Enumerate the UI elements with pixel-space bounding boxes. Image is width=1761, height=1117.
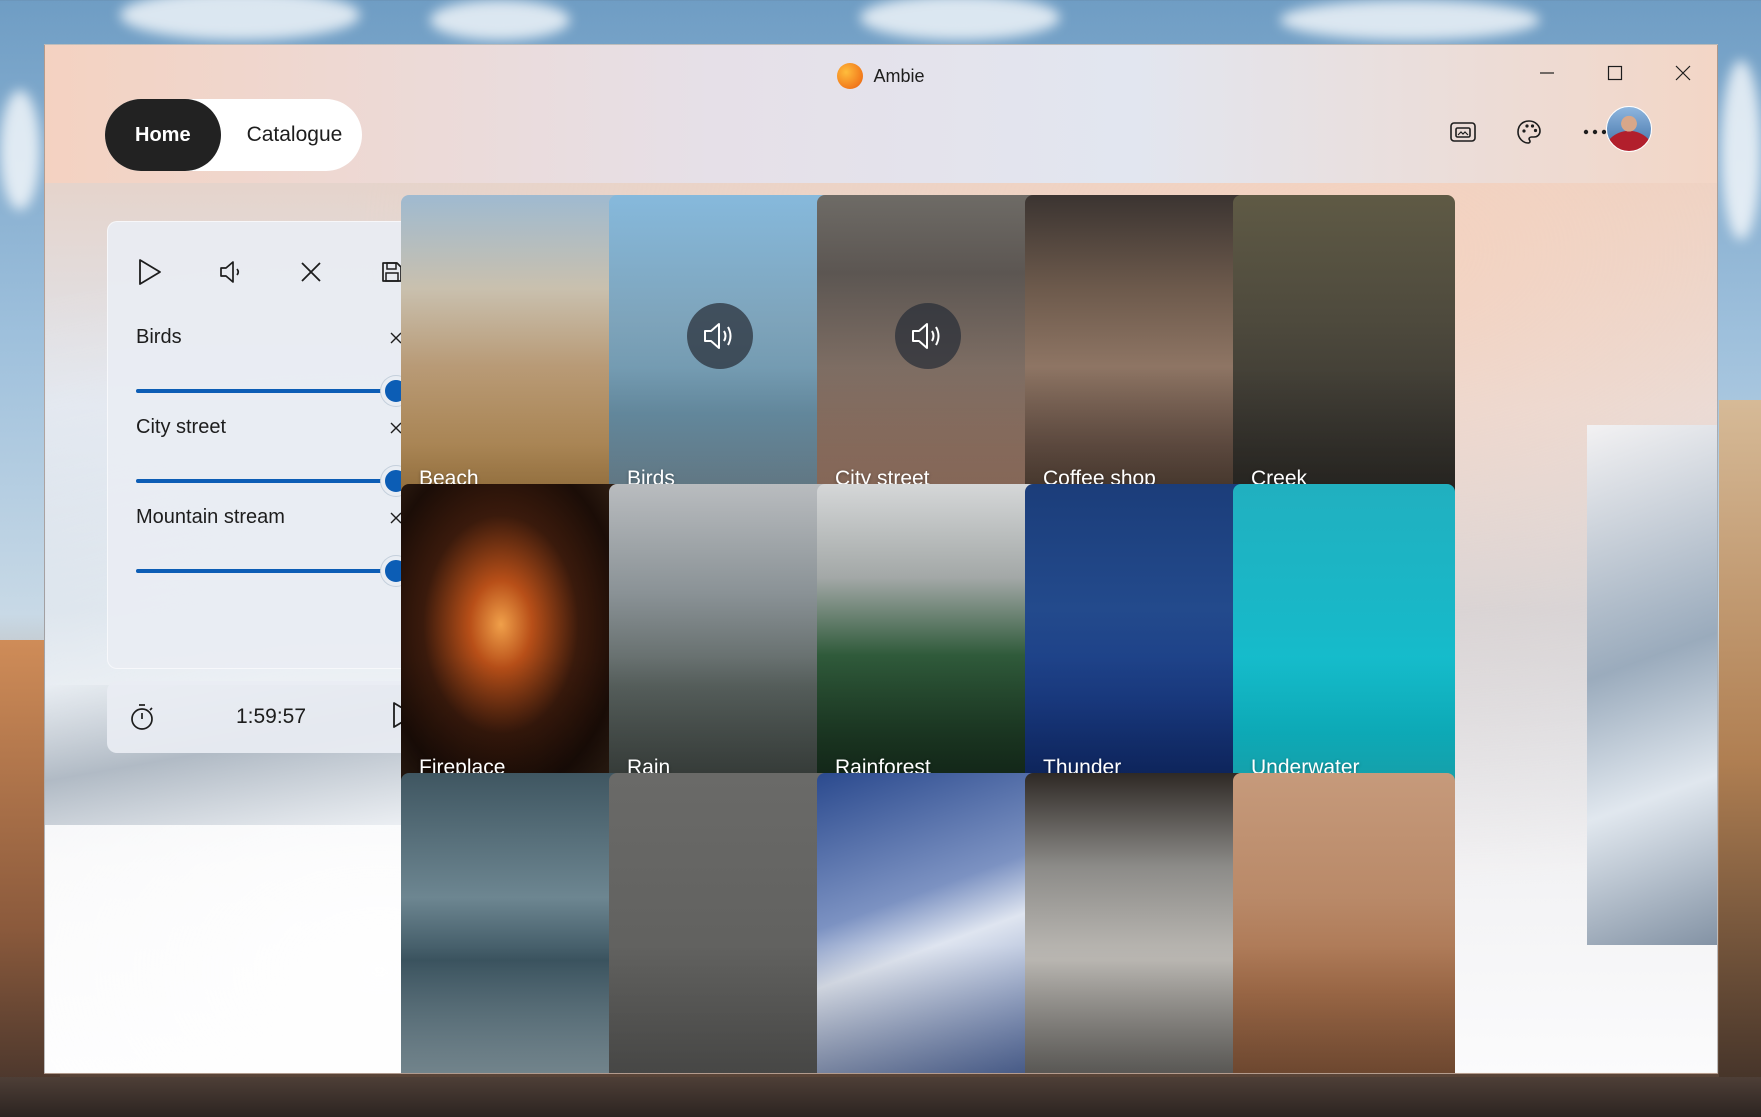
sound-tile[interactable]: Rainforest — [817, 484, 1039, 796]
maximize-button[interactable] — [1585, 53, 1645, 93]
more-options-icon — [1583, 129, 1607, 135]
timer-remaining: 1:59:57 — [235, 705, 307, 728]
sound-tile[interactable] — [817, 773, 1039, 1073]
sleep-timer: 1:59:57 — [107, 681, 435, 753]
volume-button[interactable] — [207, 250, 255, 294]
mixer-track: City street — [136, 416, 411, 496]
tile-shade — [609, 944, 831, 1073]
active-sounds-panel: Birds City street Mountain stream — [107, 221, 435, 669]
palette-icon — [1517, 120, 1541, 144]
theme-button[interactable] — [1504, 107, 1554, 157]
close-window-button[interactable] — [1653, 53, 1713, 93]
close-icon — [301, 262, 321, 282]
mixer-track: Birds — [136, 326, 411, 406]
picture-in-picture-icon — [1450, 122, 1476, 142]
track-name: City street — [136, 416, 227, 438]
sound-tile[interactable]: Creek — [1233, 195, 1455, 507]
sound-tile[interactable]: Thunder — [1025, 484, 1247, 796]
sound-tile[interactable]: City street — [817, 195, 1039, 507]
sound-tile[interactable] — [401, 773, 623, 1073]
sound-tile[interactable]: Rain — [609, 484, 831, 796]
tile-shade — [1233, 944, 1455, 1073]
mixer-track: Mountain stream — [136, 506, 411, 586]
nav-toggle: Home Catalogue — [105, 99, 363, 171]
title-bar: Ambie Home Catalogue — [45, 45, 1717, 183]
track-name: Mountain stream — [136, 506, 285, 528]
volume-icon — [219, 261, 239, 283]
sound-tile[interactable]: Birds — [609, 195, 831, 507]
sound-tile[interactable]: Coffee shop — [1025, 195, 1247, 507]
play-button[interactable] — [126, 250, 174, 294]
sound-tile[interactable]: Beach — [401, 195, 623, 507]
background-mountain — [1587, 425, 1717, 945]
clear-all-button[interactable] — [287, 250, 335, 294]
ambie-logo-icon — [837, 63, 864, 89]
tile-shade — [1025, 944, 1247, 1073]
close-icon — [1675, 65, 1691, 81]
window-title: Ambie — [45, 63, 1717, 89]
sound-tile[interactable] — [1025, 773, 1247, 1073]
volume-icon — [895, 303, 961, 369]
compact-mode-button[interactable] — [1438, 107, 1488, 157]
app-name: Ambie — [873, 65, 925, 86]
mixer-toolbar — [126, 250, 416, 294]
sound-tile[interactable] — [609, 773, 831, 1073]
sound-tile[interactable]: Underwater — [1233, 484, 1455, 796]
tab-home[interactable]: Home — [105, 99, 221, 171]
volume-slider[interactable] — [136, 466, 411, 496]
track-name: Birds — [136, 326, 182, 348]
app-window: Ambie Home Catalogue Birds City street M… — [44, 44, 1718, 1074]
play-icon — [139, 259, 161, 285]
sound-tile[interactable] — [1233, 773, 1455, 1073]
volume-slider[interactable] — [136, 556, 411, 586]
minimize-button[interactable] — [1517, 53, 1577, 93]
minimize-icon — [1540, 72, 1554, 74]
volume-slider[interactable] — [136, 376, 411, 406]
tab-catalogue[interactable]: Catalogue — [221, 123, 343, 147]
sound-tile[interactable]: Fireplace — [401, 484, 623, 796]
tile-shade — [401, 944, 623, 1073]
volume-icon — [687, 303, 753, 369]
maximize-icon — [1607, 65, 1623, 81]
tile-shade — [817, 944, 1039, 1073]
avatar[interactable] — [1606, 106, 1652, 152]
